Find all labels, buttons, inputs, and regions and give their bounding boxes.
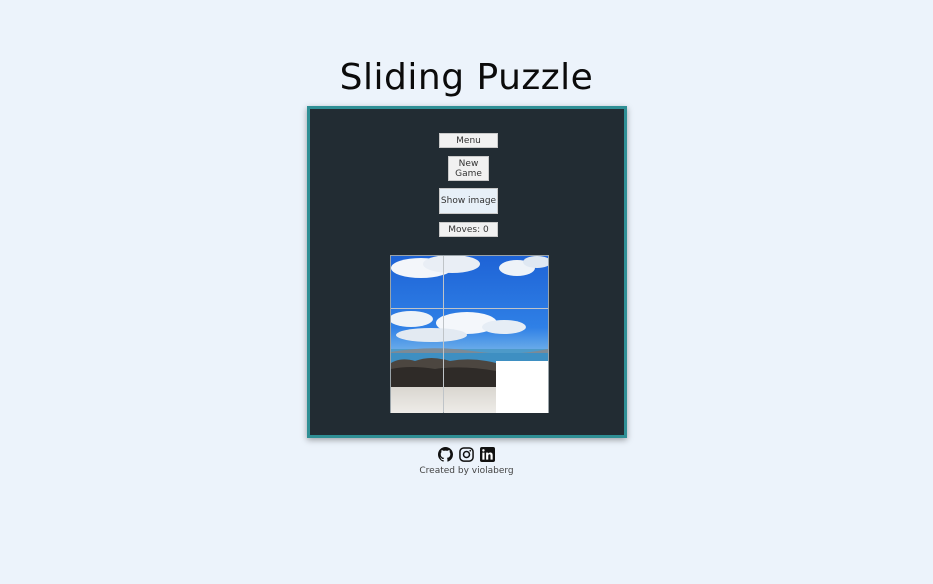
tile-1[interactable]: [391, 256, 443, 308]
empty-tile: [496, 361, 548, 413]
social-links: [0, 447, 933, 462]
game-board: Menu New Game Show image Moves: 0: [307, 106, 627, 438]
github-icon[interactable]: [438, 447, 453, 462]
tile-8[interactable]: [444, 361, 496, 413]
tile-4[interactable]: [391, 309, 443, 361]
puzzle-grid: [390, 255, 549, 413]
menu-button[interactable]: Menu: [439, 133, 498, 148]
moves-counter: Moves: 0: [439, 222, 498, 237]
tile-3[interactable]: [496, 256, 548, 308]
page-title: Sliding Puzzle: [339, 57, 594, 98]
new-game-button[interactable]: New Game: [448, 156, 489, 181]
tile-2[interactable]: [444, 256, 496, 308]
credit-text: Created by violaberg: [419, 466, 514, 476]
show-image-button[interactable]: Show image: [439, 188, 498, 214]
linkedin-icon[interactable]: [480, 447, 495, 462]
tile-7[interactable]: [391, 361, 443, 413]
tile-5[interactable]: [444, 309, 496, 361]
tile-6[interactable]: [496, 309, 548, 361]
instagram-icon[interactable]: [459, 447, 474, 462]
